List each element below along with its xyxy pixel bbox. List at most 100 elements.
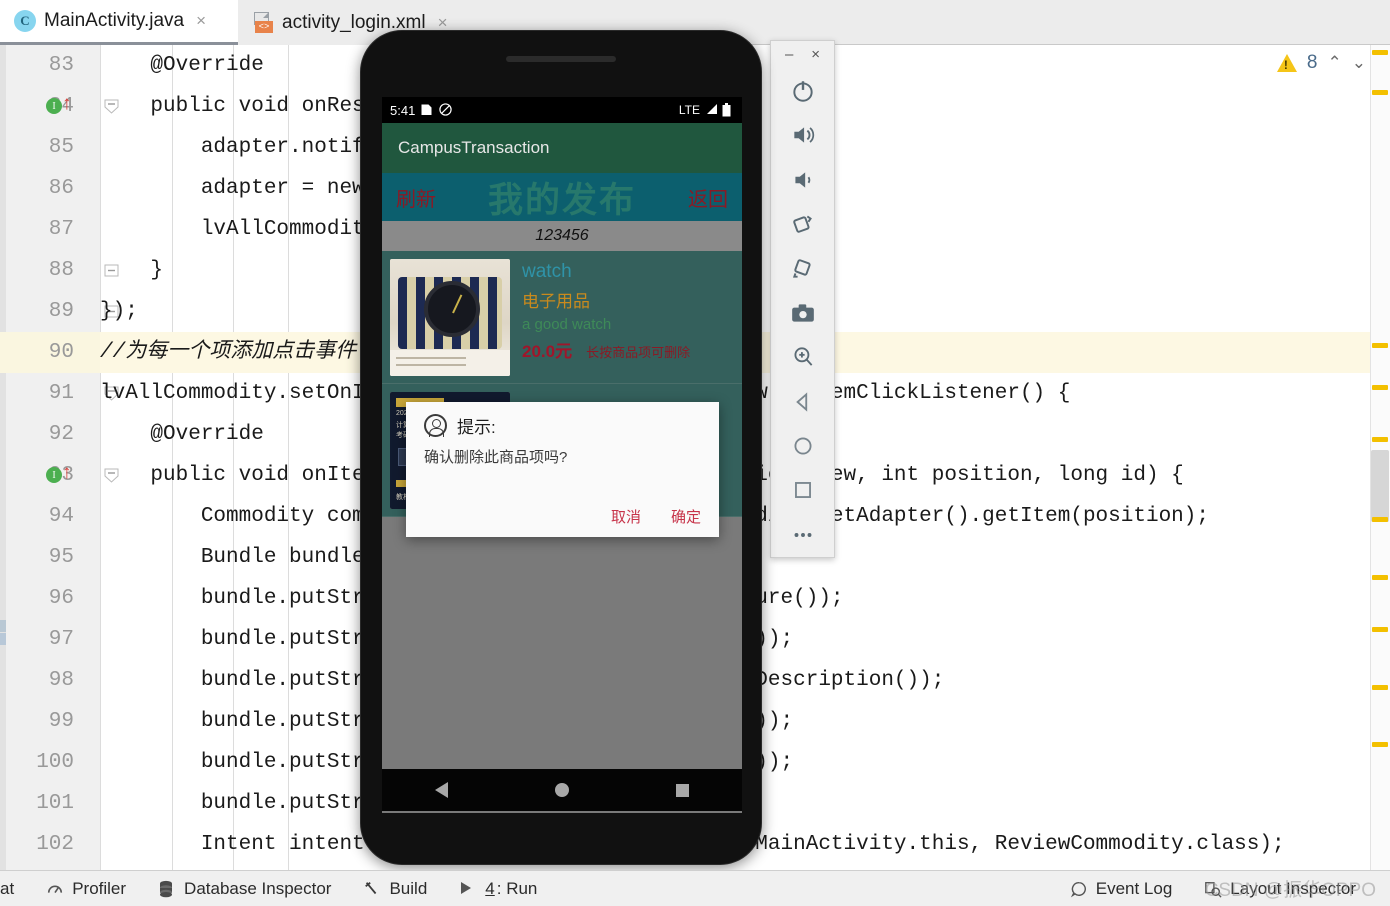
user-id: 123456 — [535, 227, 589, 244]
overview-icon[interactable] — [771, 468, 834, 512]
line-number: 98 — [48, 669, 74, 692]
tab-mainactivity-java[interactable]: C MainActivity.java × — [0, 0, 238, 45]
home-icon[interactable] — [771, 424, 834, 468]
database-icon — [158, 880, 176, 898]
android-status-bar: 5:41 LTE — [382, 97, 742, 123]
back-triangle-icon[interactable] — [435, 782, 449, 798]
status-time: 5:41 — [390, 102, 416, 118]
line-code: }); — [100, 300, 138, 323]
device-screen[interactable]: 5:41 LTE CampusTransaction 我的发布 刷新 返回 12… — [382, 97, 742, 813]
run-icon — [459, 880, 477, 898]
line-number: 86 — [48, 177, 74, 200]
device-top-bezel — [361, 31, 761, 109]
editor-warning-strip[interactable] — [1370, 45, 1390, 870]
line-number: 89 — [48, 300, 74, 323]
account-circle-icon — [424, 414, 447, 437]
user-id-bar: 123456 — [382, 221, 742, 251]
run-tool-index: 4 — [485, 878, 495, 898]
tool-window-database-inspector[interactable]: Database Inspector — [142, 879, 347, 899]
commodity-price: 20.0元 — [522, 342, 573, 361]
emulator-minimize-button[interactable]: – — [785, 47, 793, 62]
dialog-message: 确认删除此商品项吗? — [424, 449, 568, 466]
line-number: 92 — [48, 423, 74, 446]
back-icon[interactable] — [771, 379, 834, 423]
dialog-confirm-button[interactable]: 确定 — [671, 506, 701, 527]
more-icon[interactable] — [771, 513, 834, 557]
line-number: 100 — [36, 751, 74, 774]
next-problem-icon[interactable]: ⌄ — [1352, 53, 1366, 73]
tab-close-icon[interactable]: × — [196, 11, 206, 31]
emulator-close-button[interactable]: × — [811, 47, 820, 62]
delete-hint: 长按商品项可删除 — [586, 345, 691, 360]
layout-inspector-icon — [1204, 880, 1222, 898]
line-number: 87 — [48, 218, 74, 241]
line-number: 88 — [48, 259, 74, 282]
dialog-cancel-button[interactable]: 取消 — [611, 506, 641, 527]
java-class-icon: C — [14, 10, 36, 32]
power-icon[interactable] — [771, 69, 834, 113]
tool-label: Build — [389, 878, 428, 898]
back-button[interactable]: 返回 — [688, 183, 728, 212]
line-number: 95 — [48, 546, 74, 569]
status-tool-bar: at Profiler Database Inspector Build 4:… — [0, 870, 1390, 906]
do-not-disturb-icon — [439, 103, 452, 117]
home-circle-icon[interactable] — [554, 783, 569, 797]
tab-label: MainActivity.java — [44, 10, 185, 31]
tool-label: : Run — [496, 878, 538, 898]
profiler-icon — [46, 880, 64, 898]
tool-window-build[interactable]: Build — [347, 879, 443, 899]
editor-scrollbar-thumb[interactable] — [1371, 450, 1389, 522]
dialog-title: 提示: — [457, 418, 496, 437]
refresh-button[interactable]: 刷新 — [396, 183, 436, 212]
volume-up-icon[interactable] — [771, 113, 834, 157]
signal-icon — [705, 103, 717, 117]
volume-down-icon[interactable] — [771, 157, 834, 201]
tool-window-run[interactable]: 4 : Run — [443, 879, 553, 899]
line-number: 83 — [48, 54, 74, 77]
rotate-left-icon[interactable] — [771, 202, 834, 246]
line-number: 90 — [48, 341, 74, 364]
implementation-marker-icon: I — [46, 98, 62, 114]
gutter-marker[interactable]: I ↑ — [46, 455, 86, 496]
line-code: @Override — [100, 423, 264, 446]
tool-label: Event Log — [1095, 878, 1173, 898]
empty-list-area — [382, 517, 742, 769]
line-number: 91 — [48, 382, 74, 405]
rotate-right-icon[interactable] — [771, 246, 834, 290]
emulator-toolbar[interactable]: – × — [770, 40, 835, 558]
line-code: } — [100, 259, 164, 282]
line-code: //为每一个项添加点击事件 — [100, 341, 357, 364]
tool-label: at — [0, 878, 15, 898]
warning-count: 8 — [1306, 52, 1318, 73]
android-studio-window: C MainActivity.java × <> activity_login.… — [0, 0, 1390, 906]
confirm-delete-dialog[interactable]: 提示: 确认删除此商品项吗? 取消 确定 — [406, 402, 719, 537]
override-arrow-icon: ↑ — [62, 462, 72, 483]
tool-window-profiler[interactable]: Profiler — [30, 879, 142, 899]
warning-triangle-icon — [1276, 54, 1297, 72]
line-number: 102 — [36, 833, 74, 856]
override-arrow-icon: ↑ — [62, 93, 72, 114]
emulator-device-frame[interactable]: 5:41 LTE CampusTransaction 我的发布 刷新 返回 12… — [360, 30, 762, 865]
recents-square-icon[interactable] — [675, 783, 689, 797]
app-sub-bar: 我的发布 刷新 返回 — [382, 173, 742, 221]
zoom-icon[interactable] — [771, 335, 834, 379]
implementation-marker-icon: I — [46, 467, 62, 483]
screenshot-icon[interactable] — [771, 291, 834, 335]
tool-window-event-log[interactable]: Event Log — [1054, 879, 1189, 899]
tool-label: Layout Inspector — [1230, 878, 1356, 898]
tool-label: Profiler — [72, 878, 127, 898]
tool-window-logcat[interactable]: at — [0, 879, 30, 899]
device-speaker — [506, 56, 616, 62]
tool-window-layout-inspector[interactable]: Layout Inspector — [1188, 879, 1390, 899]
gutter-marker[interactable]: I ↑ — [46, 86, 86, 127]
list-item[interactable]: watch 电子用品 a good watch 20.0元 长按商品项可删除 — [382, 251, 742, 384]
app-action-bar: CampusTransaction — [382, 123, 742, 173]
network-type: LTE — [678, 103, 700, 117]
prev-problem-icon[interactable]: ⌃ — [1328, 53, 1342, 73]
xml-layout-icon: <> — [252, 11, 274, 34]
battery-icon — [722, 103, 734, 117]
line-number: 99 — [48, 710, 74, 733]
android-navigation-bar[interactable] — [382, 769, 742, 811]
inspection-widget[interactable]: 8 ⌃ ⌄ — [1276, 52, 1366, 74]
line-number: 85 — [48, 136, 74, 159]
